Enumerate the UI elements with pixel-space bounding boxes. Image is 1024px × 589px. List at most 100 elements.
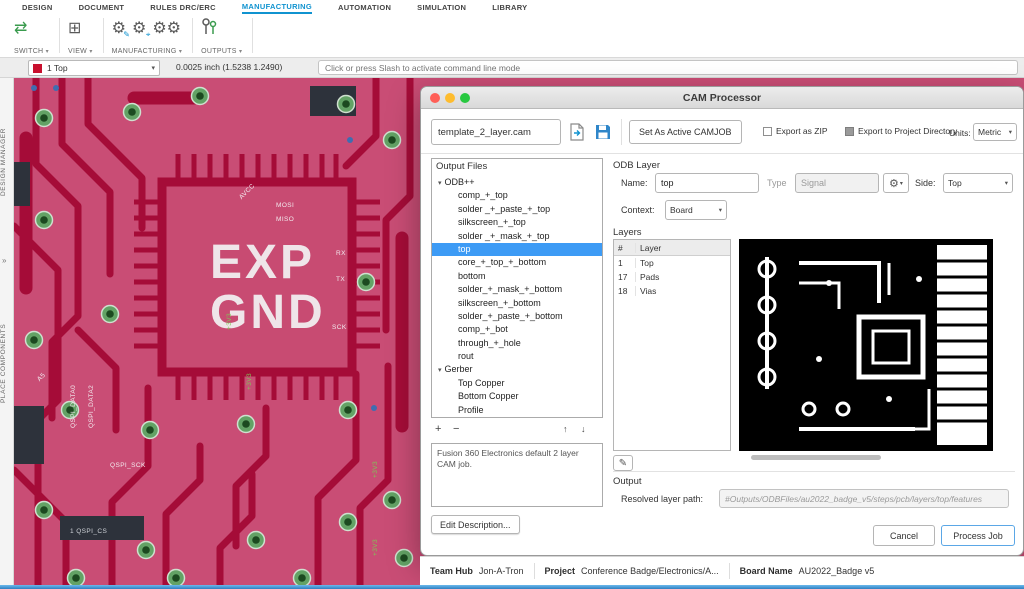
status-footer: Team Hub Jon-A-Tron Project Conference B… xyxy=(420,556,1024,585)
layer-selector[interactable]: 1 Top ▾ xyxy=(28,60,160,76)
edit-description-button[interactable]: Edit Description... xyxy=(431,515,520,534)
gears-icon[interactable]: ⚙⚙ xyxy=(152,21,181,37)
output-file-bottom[interactable]: bottom xyxy=(432,270,602,283)
layers-table-body: 1Top17Pads18Vias xyxy=(614,256,730,298)
pcb-silkscreen-label: SCK xyxy=(332,324,347,331)
pcb-silkscreen-label: 1 QSPI_CS xyxy=(70,528,107,535)
toolbar-group-label[interactable]: OUTPUTS ▾ xyxy=(201,48,242,55)
expand-caret-icon[interactable]: ▾ xyxy=(438,367,442,374)
name-label: Name: xyxy=(621,178,648,188)
output-file-odb[interactable]: ▾ODB++ xyxy=(432,176,602,189)
project-status: Project Conference Badge/Electronics/A..… xyxy=(535,557,729,585)
dialog-title: CAM Processor xyxy=(421,92,1023,104)
units-label: Units: xyxy=(949,128,971,138)
output-file-silkscreen-top[interactable]: silkscreen_+_top xyxy=(432,216,602,229)
output-file-rout[interactable]: rout xyxy=(432,350,602,363)
toolbar-group-label[interactable]: SWITCH ▾ xyxy=(14,48,49,55)
toolbar-group-outputs: OUTPUTS ▾ xyxy=(193,14,252,57)
toolbar-group-label[interactable]: VIEW ▾ xyxy=(68,48,93,55)
layer-settings-gear-icon[interactable]: ⚙▾ xyxy=(883,173,909,193)
side-select[interactable]: Top▾ xyxy=(943,173,1013,193)
checkbox-icon[interactable] xyxy=(845,127,854,136)
edit-layers-pencil-icon[interactable]: ✎ xyxy=(613,455,633,471)
output-file-profile[interactable]: Profile xyxy=(432,404,602,417)
checkbox-label: Export as ZIP xyxy=(776,126,828,136)
menu-rules-drc-erc[interactable]: RULES DRC/ERC xyxy=(150,1,216,13)
context-label: Context: xyxy=(621,205,655,215)
window-bottom-edge xyxy=(0,585,1024,589)
output-file-through-hole[interactable]: through_+_hole xyxy=(432,337,602,350)
load-camjob-icon[interactable] xyxy=(565,120,589,144)
gear-inspect-icon[interactable]: ⚙⌖ xyxy=(132,21,146,37)
process-job-button[interactable]: Process Job xyxy=(941,525,1015,546)
export-zip-checkbox[interactable]: Export as ZIP xyxy=(763,126,828,136)
grid-view-icon[interactable]: ⊞ xyxy=(68,21,81,37)
cam-file-field[interactable]: template_2_layer.cam xyxy=(431,119,561,145)
command-line-input[interactable] xyxy=(318,60,1018,75)
output-section-header: Output xyxy=(613,476,642,487)
remove-output-button[interactable]: − xyxy=(453,423,459,435)
output-file-top[interactable]: top xyxy=(432,243,602,256)
output-file-bottom-copper[interactable]: Bottom Copper xyxy=(432,390,602,403)
layers-col-layer: Layer xyxy=(636,243,730,253)
toolbar-group-manufacturing: ⚙✎ ⚙⌖ ⚙⚙ MANUFACTURING ▾ xyxy=(104,14,193,57)
dialog-titlebar[interactable]: CAM Processor xyxy=(421,87,1023,109)
output-file-silkscreen-bottom[interactable]: silkscreen_+_bottom xyxy=(432,297,602,310)
testpoint-icon[interactable] xyxy=(201,18,217,40)
pcb-silkscreen-label: QSPI_SCK xyxy=(110,462,146,469)
section-divider xyxy=(421,153,1023,154)
layer-name-input[interactable]: top xyxy=(655,173,759,193)
expand-caret-icon[interactable]: ▾ xyxy=(438,180,442,187)
camjob-description[interactable]: Fusion 360 Electronics default 2 layer C… xyxy=(431,443,603,507)
output-file-top-copper[interactable]: Top Copper xyxy=(432,377,602,390)
list-actions-row: + − ↑ ↓ xyxy=(431,423,603,437)
resolved-path-field: #Outputs/ODBFiles/au2022_badge_v5/steps/… xyxy=(719,489,1009,508)
menu-manufacturing[interactable]: MANUFACTURING xyxy=(242,0,312,14)
output-file-solder-paste-top[interactable]: solder _+_paste_+_top xyxy=(432,203,602,216)
layer-row-vias[interactable]: 18Vias xyxy=(614,284,730,298)
output-file-solder-mask-bottom[interactable]: solder_+_mask_+_bottom xyxy=(432,283,602,296)
checkbox-icon[interactable] xyxy=(763,127,772,136)
menubar: DESIGN DOCUMENT RULES DRC/ERC MANUFACTURING… xyxy=(0,0,1024,14)
units-select[interactable]: Metric▾ xyxy=(973,123,1017,141)
output-file-solder-paste-bottom[interactable]: solder_+_paste_+_bottom xyxy=(432,310,602,323)
toolbar-group-label[interactable]: MANUFACTURING ▾ xyxy=(112,48,183,55)
menu-library[interactable]: LIBRARY xyxy=(492,1,527,13)
output-file-comp-bot[interactable]: comp_+_bot xyxy=(432,323,602,336)
set-active-camjob-button[interactable]: Set As Active CAMJOB xyxy=(629,120,742,144)
pcb-silkscreen-label: QSPI_DATA2 xyxy=(88,385,95,428)
export-project-dir-checkbox[interactable]: Export to Project Directory xyxy=(845,126,957,136)
context-select[interactable]: Board▾ xyxy=(665,200,727,220)
menu-document[interactable]: DOCUMENT xyxy=(79,1,125,13)
app-window: DESIGN DOCUMENT RULES DRC/ERC MANUFACTURING… xyxy=(0,0,1024,589)
chevron-down-icon: ▾ xyxy=(719,206,722,214)
cursor-coordinates: 0.0025 inch (1.5238 1.2490) xyxy=(176,62,282,72)
place-components-tab[interactable]: PLACE COMPONENTS xyxy=(0,288,14,438)
side-label: Side: xyxy=(915,178,936,188)
team-hub-status: Team Hub Jon-A-Tron xyxy=(420,557,534,585)
layer-color-swatch xyxy=(33,64,42,73)
move-down-icon[interactable]: ↓ xyxy=(581,423,586,435)
pcb-silkscreen-label: +3V3 xyxy=(372,539,379,556)
switch-icon[interactable]: ⇄ xyxy=(14,21,27,37)
output-file-gerber[interactable]: ▾Gerber xyxy=(432,363,602,376)
preview-scrollbar[interactable] xyxy=(751,455,881,460)
menu-design[interactable]: DESIGN xyxy=(22,1,53,13)
add-output-button[interactable]: + xyxy=(435,423,441,435)
layer-row-top[interactable]: 1Top xyxy=(614,256,730,270)
panel-expand-icon[interactable]: » xyxy=(2,256,6,265)
menu-simulation[interactable]: SIMULATION xyxy=(417,1,466,13)
design-manager-tab[interactable]: DESIGN MANAGER xyxy=(0,92,14,232)
output-file-core-top-bottom[interactable]: core_+_top_+_bottom xyxy=(432,256,602,269)
menu-automation[interactable]: AUTOMATION xyxy=(338,1,391,13)
save-camjob-icon[interactable] xyxy=(591,120,615,144)
layer-row-pads[interactable]: 17Pads xyxy=(614,270,730,284)
cancel-button[interactable]: Cancel xyxy=(873,525,935,546)
move-up-icon[interactable]: ↑ xyxy=(563,423,568,435)
pcb-silkscreen-label: MISO xyxy=(276,216,294,223)
gear-edit-icon[interactable]: ⚙✎ xyxy=(112,21,126,37)
pcb-silkscreen-label: RX xyxy=(336,250,346,257)
output-file-comp-top[interactable]: comp_+_top xyxy=(432,189,602,202)
output-file-solder-mask-top[interactable]: solder _+_mask_+_top xyxy=(432,230,602,243)
chevron-down-icon: ▾ xyxy=(151,64,155,72)
